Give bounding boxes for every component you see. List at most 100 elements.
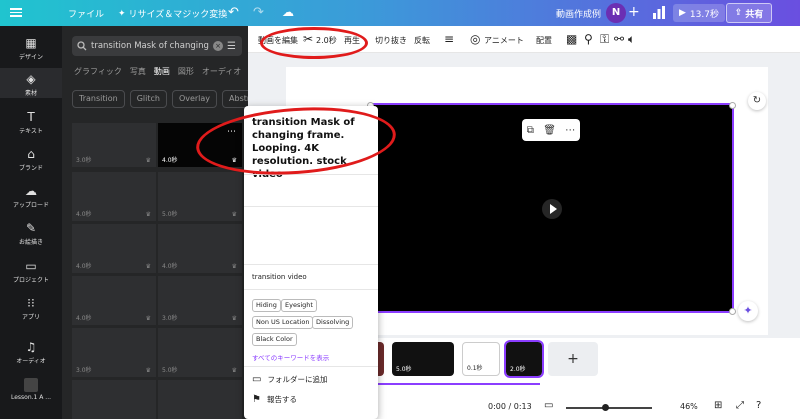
animate-button[interactable]: アニメート	[484, 35, 524, 46]
duplicate-icon[interactable]: ⧉	[527, 125, 534, 136]
timeline-clip[interactable]: 5.0秒	[392, 342, 454, 376]
timeline-clip[interactable]: 0.1秒	[462, 342, 500, 376]
resize-handle[interactable]	[729, 308, 736, 315]
keyword-chip[interactable]: Eyesight	[281, 299, 317, 312]
rail-item-design[interactable]: ▦ デザイン	[0, 36, 62, 61]
notes-icon[interactable]: ▭	[544, 400, 553, 411]
tab-shapes[interactable]: 図形	[178, 66, 194, 77]
rail-item-elements[interactable]: ◈ 素材	[0, 68, 62, 98]
flip-button[interactable]: 反転	[414, 35, 430, 46]
chip-overlay[interactable]: Overlay	[171, 90, 218, 108]
volume-icon[interactable]: 🔈︎	[628, 32, 635, 47]
undo-icon[interactable]: ↶	[228, 5, 239, 20]
lock-icon[interactable]: ⚿	[600, 32, 609, 47]
video-subtitle: transition video	[252, 273, 307, 281]
add-collaborator-icon[interactable]: +	[628, 4, 640, 20]
video-thumb[interactable]: 5.0秒 ♛	[158, 328, 242, 377]
crown-icon: ♛	[145, 211, 151, 218]
video-thumb[interactable]: 3.0秒 ♛	[72, 328, 156, 377]
rail-item-draw[interactable]: ✎ お絵描き	[0, 221, 62, 246]
play-icon[interactable]	[542, 199, 562, 219]
link-icon[interactable]: ⚯	[614, 32, 624, 46]
crop-button[interactable]: 切り抜き	[375, 35, 407, 46]
duration-label: 3.0秒	[76, 157, 92, 164]
rail-label: アプリ	[21, 314, 40, 321]
delete-icon[interactable]: 🗑︎	[543, 125, 556, 136]
tab-graphics[interactable]: グラフィック	[74, 66, 122, 77]
tab-photos[interactable]: 写真	[130, 66, 146, 77]
rail-item-lesson[interactable]: Lesson.1 A ...	[0, 378, 62, 401]
zoom-slider-thumb[interactable]	[602, 404, 609, 411]
present-play-button[interactable]: ▶ 13.7秒	[673, 4, 725, 22]
rail-item-upload[interactable]: ☁ アップロード	[0, 184, 62, 209]
zoom-level[interactable]: 46%	[680, 402, 698, 411]
video-thumb[interactable]: 3.0秒 ♛	[72, 123, 156, 167]
document-title[interactable]: 動画作成例	[556, 7, 601, 20]
video-thumb[interactable]: 4.0秒 ♛	[72, 224, 156, 273]
folder-icon: ▭	[25, 259, 37, 273]
video-thumb[interactable]: 4.0秒 ♛	[72, 172, 156, 221]
refresh-icon[interactable]: ↻	[748, 92, 766, 110]
cloud-save-icon[interactable]: ☁	[282, 5, 294, 19]
rail-item-audio[interactable]: ♫ オーディオ	[0, 340, 62, 365]
clear-icon[interactable]: ×	[213, 41, 223, 51]
report-item[interactable]: ⚑ 報告する	[252, 394, 297, 405]
rail-item-brand[interactable]: ⌂ ブランド	[0, 147, 62, 172]
avatar[interactable]: N	[606, 3, 626, 23]
rail-label: デザイン	[18, 54, 43, 61]
tab-audio[interactable]: オーディオ	[202, 66, 241, 77]
grid-view-icon[interactable]: ⊞	[714, 400, 722, 411]
position-button[interactable]: 配置	[536, 35, 552, 46]
brand-icon: ⌂	[27, 147, 35, 161]
fullscreen-icon[interactable]: ⤢	[736, 400, 744, 411]
tab-videos[interactable]: 動画	[154, 66, 170, 77]
timeline-clip-selected[interactable]: 2.0秒	[504, 340, 544, 378]
crown-icon: ♛	[231, 315, 237, 322]
duration-label: 4.0秒	[162, 157, 178, 164]
rail-item-projects[interactable]: ▭ プロジェクト	[0, 259, 62, 284]
search-box[interactable]: transition Mask of changing fra × ☰	[72, 36, 242, 56]
redo-icon[interactable]: ↷	[253, 5, 264, 20]
video-thumb[interactable]: 4.0秒 ♛	[72, 276, 156, 325]
insights-icon[interactable]	[651, 5, 667, 21]
video-thumb[interactable]	[158, 380, 242, 419]
more-icon[interactable]: ⋯	[565, 125, 575, 136]
magic-assistant-icon[interactable]: ✦	[738, 301, 758, 321]
duration-label: 4.0秒	[76, 211, 92, 218]
paint-format-icon[interactable]: ⚲	[584, 32, 593, 46]
report-label: 報告する	[266, 395, 297, 404]
search-input[interactable]: transition Mask of changing fra	[91, 41, 209, 51]
keyword-chip[interactable]: Hiding	[252, 299, 281, 312]
video-thumb[interactable]: 4.0秒 ♛	[158, 224, 242, 273]
crown-icon: ♛	[145, 315, 151, 322]
chip-glitch[interactable]: Glitch	[129, 90, 167, 108]
add-clip-button[interactable]: +	[548, 342, 598, 376]
resize-button[interactable]: ✦ リサイズ＆マジック変換	[118, 7, 227, 21]
chip-transition[interactable]: Transition	[72, 90, 125, 108]
video-thumb[interactable]: 5.0秒 ♛	[158, 172, 242, 221]
help-icon[interactable]: ?	[756, 400, 761, 411]
rail-item-text[interactable]: T テキスト	[0, 110, 62, 135]
video-thumb[interactable]: 3.0秒 ♛	[158, 276, 242, 325]
keyword-chip[interactable]: Black Color	[252, 333, 297, 346]
file-menu[interactable]: ファイル	[68, 7, 104, 20]
upload-icon: ☁	[25, 184, 37, 198]
keyword-chip[interactable]: Dissolving	[312, 316, 354, 329]
rail-item-apps[interactable]: ⁝⁝ アプリ	[0, 296, 62, 321]
audio-icon: ♫	[25, 340, 37, 354]
share-button[interactable]: ⇪ 共有	[726, 3, 772, 23]
animate-icon[interactable]: ◎	[470, 32, 480, 46]
resize-handle[interactable]	[729, 102, 736, 109]
duration-label: 4.0秒	[76, 263, 92, 270]
show-all-keywords-link[interactable]: すべてのキーワードを表示	[252, 352, 329, 362]
add-to-folder-item[interactable]: ▭ フォルダーに追加	[252, 374, 327, 385]
transparency-icon[interactable]: ▩	[566, 32, 577, 46]
floating-toolbar: ⧉ 🗑︎ ⋯	[522, 119, 580, 141]
keyword-chip[interactable]: Non US Location	[252, 316, 314, 329]
lines-icon[interactable]: ≡	[444, 32, 454, 46]
filter-icon[interactable]: ☰	[227, 41, 236, 52]
play-duration: 13.7秒	[689, 9, 719, 20]
menu-icon[interactable]	[10, 6, 22, 18]
zoom-slider[interactable]	[566, 404, 652, 411]
video-thumb[interactable]	[72, 380, 156, 419]
